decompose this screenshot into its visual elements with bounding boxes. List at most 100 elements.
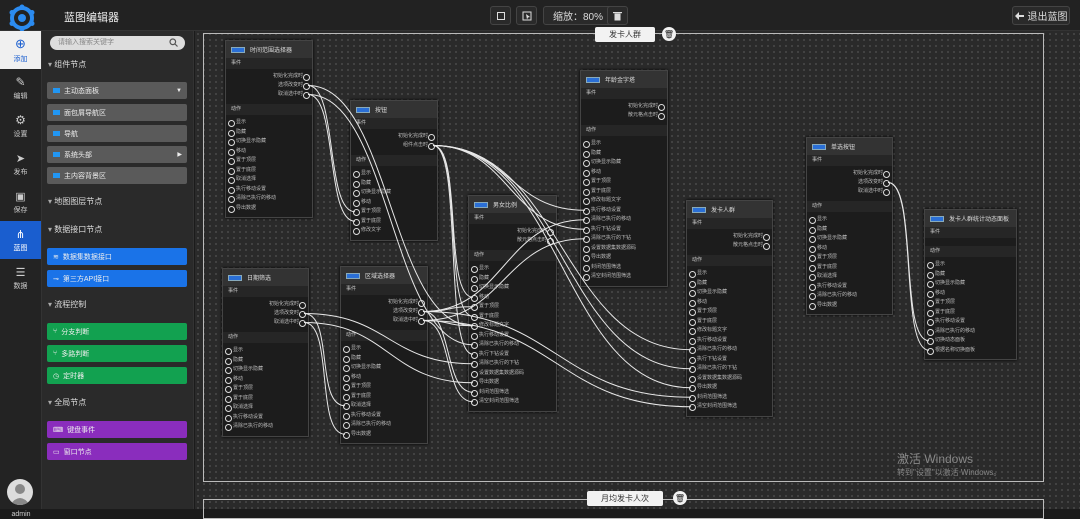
timer-item[interactable]: ◷ 定时器 [47, 367, 187, 384]
action-port[interactable]: 取消选择 [807, 272, 892, 282]
action-port[interactable]: 置于底层 [469, 312, 556, 322]
rail-publish[interactable]: ➤ 发布 [0, 145, 41, 183]
action-port[interactable]: 置于顶层 [581, 177, 667, 187]
action-port[interactable]: 取消选择 [341, 401, 427, 411]
action-port[interactable]: 清除已执行的移动 [687, 345, 772, 355]
action-port[interactable]: 切换显示隐藏 [807, 234, 892, 244]
action-port[interactable]: 执行下钻设置 [581, 225, 667, 235]
action-port[interactable]: 清除已执行的下钻 [581, 234, 667, 244]
action-port[interactable]: 切换显示隐藏 [223, 365, 308, 375]
component-item[interactable]: 面包屑导航区 [47, 104, 187, 121]
event-port[interactable]: 组件点击时 [351, 141, 437, 150]
action-port[interactable]: 清空封闭范围筛选 [687, 402, 772, 412]
action-port[interactable]: 置于顶层 [223, 384, 308, 394]
blueprint-node[interactable]: 按钮 事件 初始化完成时 组件点击时 动作 显示 隐藏 切换显示隐藏 移动 置于顶层 置于底层 修改文… [350, 100, 438, 241]
action-port[interactable]: 修改标题文字 [469, 321, 556, 331]
multi-branch-item[interactable]: ⑂ 多路判断 [47, 345, 187, 362]
dataset-interface-item[interactable]: ≋ 数据集数据接口 [47, 248, 187, 265]
event-port[interactable]: 散元格点击时 [687, 241, 772, 250]
action-port[interactable]: 封闭范围筛选 [581, 263, 667, 273]
event-port[interactable]: 散元格点击时 [469, 236, 556, 245]
event-port[interactable]: 取消选中时 [226, 90, 312, 99]
action-port[interactable]: 取消选择 [223, 403, 308, 413]
node-header[interactable]: 单选按钮 [807, 138, 892, 155]
action-port[interactable]: 切换显示隐藏 [687, 288, 772, 298]
avatar[interactable] [7, 479, 33, 505]
action-port[interactable]: 导出数据 [807, 301, 892, 311]
action-port[interactable]: 切换显示隐藏 [581, 158, 667, 168]
action-port[interactable]: 置于顶层 [807, 253, 892, 263]
action-port[interactable]: 执行移动设置 [925, 317, 1016, 327]
rail-save[interactable]: ▣ 保存 [0, 183, 41, 221]
event-port[interactable]: 初始化完成时 [687, 232, 772, 241]
action-port[interactable]: 设置数据集数据源码 [581, 244, 667, 254]
event-port[interactable]: 取消选中时 [223, 318, 308, 327]
event-port[interactable]: 初始化完成时 [341, 298, 427, 307]
node-header[interactable]: 男女比例 [469, 196, 556, 213]
action-port[interactable]: 置于底层 [581, 187, 667, 197]
blueprint-node[interactable]: 单选按钮 事件 初始化完成时 选项改变时 取消选中时 动作 显示 隐藏 切换显示隐藏 移动 置于顶层… [806, 137, 893, 315]
action-port[interactable]: 显示 [925, 260, 1016, 270]
rail-settings[interactable]: ⚙ 设置 [0, 107, 41, 145]
action-port[interactable]: 清除已执行的移动 [469, 340, 556, 350]
action-port[interactable]: 执行移动设置 [226, 185, 312, 195]
node-header[interactable]: 发卡人群统计动态面板 [925, 210, 1016, 227]
keyboard-event-item[interactable]: ⌨ 键盘事件 [47, 421, 187, 438]
action-port[interactable]: 清除已执行的移动 [341, 420, 427, 430]
search-input[interactable]: 请输入搜索关键字 [50, 36, 185, 50]
rail-add[interactable]: ⊕ 添加 [0, 31, 41, 69]
action-port[interactable]: 隐藏 [226, 128, 312, 138]
action-port[interactable]: 执行下钻设置 [469, 350, 556, 360]
action-port[interactable]: 清空封闭范围筛选 [469, 397, 556, 407]
action-port[interactable]: 置于顶层 [469, 302, 556, 312]
action-port[interactable]: 导出数据 [687, 383, 772, 393]
action-port[interactable]: 显示 [223, 346, 308, 356]
api-interface-item[interactable]: ⊸ 第三方API接口 [47, 270, 187, 287]
action-port[interactable]: 隐藏 [925, 270, 1016, 280]
action-port[interactable]: 显示 [581, 139, 667, 149]
action-port[interactable]: 切换动态面板 [925, 336, 1016, 346]
component-item[interactable]: 主内容背景区 [47, 167, 187, 184]
event-port[interactable]: 初始化完成时 [581, 102, 667, 111]
action-port[interactable]: 执行移动设置 [341, 411, 427, 421]
action-port[interactable]: 置于底层 [925, 308, 1016, 318]
action-port[interactable]: 导出数据 [341, 430, 427, 440]
event-port[interactable]: 初始化完成时 [469, 227, 556, 236]
event-port[interactable]: 选项改变时 [341, 307, 427, 316]
action-port[interactable]: 置于顶层 [226, 156, 312, 166]
action-port[interactable]: 执行移动设置 [581, 206, 667, 216]
action-port[interactable]: 移动 [687, 298, 772, 308]
action-port[interactable]: 置于顶层 [341, 382, 427, 392]
action-port[interactable]: 置于顶层 [925, 298, 1016, 308]
group-delete-icon[interactable]: 🗑 [662, 27, 676, 41]
branch-item[interactable]: ⑂ 分支判断 [47, 323, 187, 340]
action-port[interactable]: 清除已执行的下钻 [687, 364, 772, 374]
action-port[interactable]: 清除已执行的移动 [925, 327, 1016, 337]
action-port[interactable]: 隐藏 [581, 149, 667, 159]
action-port[interactable]: 隐藏 [469, 274, 556, 284]
node-header[interactable]: 年龄金字塔 [581, 71, 667, 88]
action-port[interactable]: 清除已执行的移动 [223, 422, 308, 432]
action-port[interactable]: 置于底层 [223, 394, 308, 404]
action-port[interactable]: 根据名称切换面板 [925, 346, 1016, 356]
action-port[interactable]: 执行移动设置 [469, 331, 556, 341]
action-port[interactable]: 移动 [351, 198, 437, 208]
action-port[interactable]: 隐藏 [341, 354, 427, 364]
section-data-interfaces[interactable]: 数据接口节点 [48, 224, 102, 235]
action-port[interactable]: 显示 [226, 118, 312, 128]
blueprint-node[interactable]: 时间范围选择器 事件 初始化完成时 选项改变时 取消选中时 动作 显示 隐藏 切换显示隐藏 移动置… [225, 40, 313, 218]
blueprint-node[interactable]: 男女比例 事件 初始化完成时 散元格点击时 动作 显示 隐藏 切换显示隐藏 移动 置于顶层 置于底层… [468, 195, 557, 412]
action-port[interactable]: 移动 [341, 373, 427, 383]
exit-blueprint-button[interactable]: 退出蓝图 [1012, 6, 1070, 25]
action-port[interactable]: 执行下钻设置 [687, 355, 772, 365]
action-port[interactable]: 隐藏 [223, 356, 308, 366]
action-port[interactable]: 切换显示隐藏 [469, 283, 556, 293]
action-port[interactable]: 修改标题文字 [687, 326, 772, 336]
action-port[interactable]: 置于底层 [351, 217, 437, 227]
action-port[interactable]: 执行移动设置 [687, 336, 772, 346]
component-item[interactable]: 主动态面板 ▼ [47, 82, 187, 99]
action-port[interactable]: 置于顶层 [351, 207, 437, 217]
action-port[interactable]: 封闭范围筛选 [687, 393, 772, 403]
event-port[interactable]: 初始化完成时 [807, 169, 892, 178]
action-port[interactable]: 执行移动设置 [223, 413, 308, 423]
